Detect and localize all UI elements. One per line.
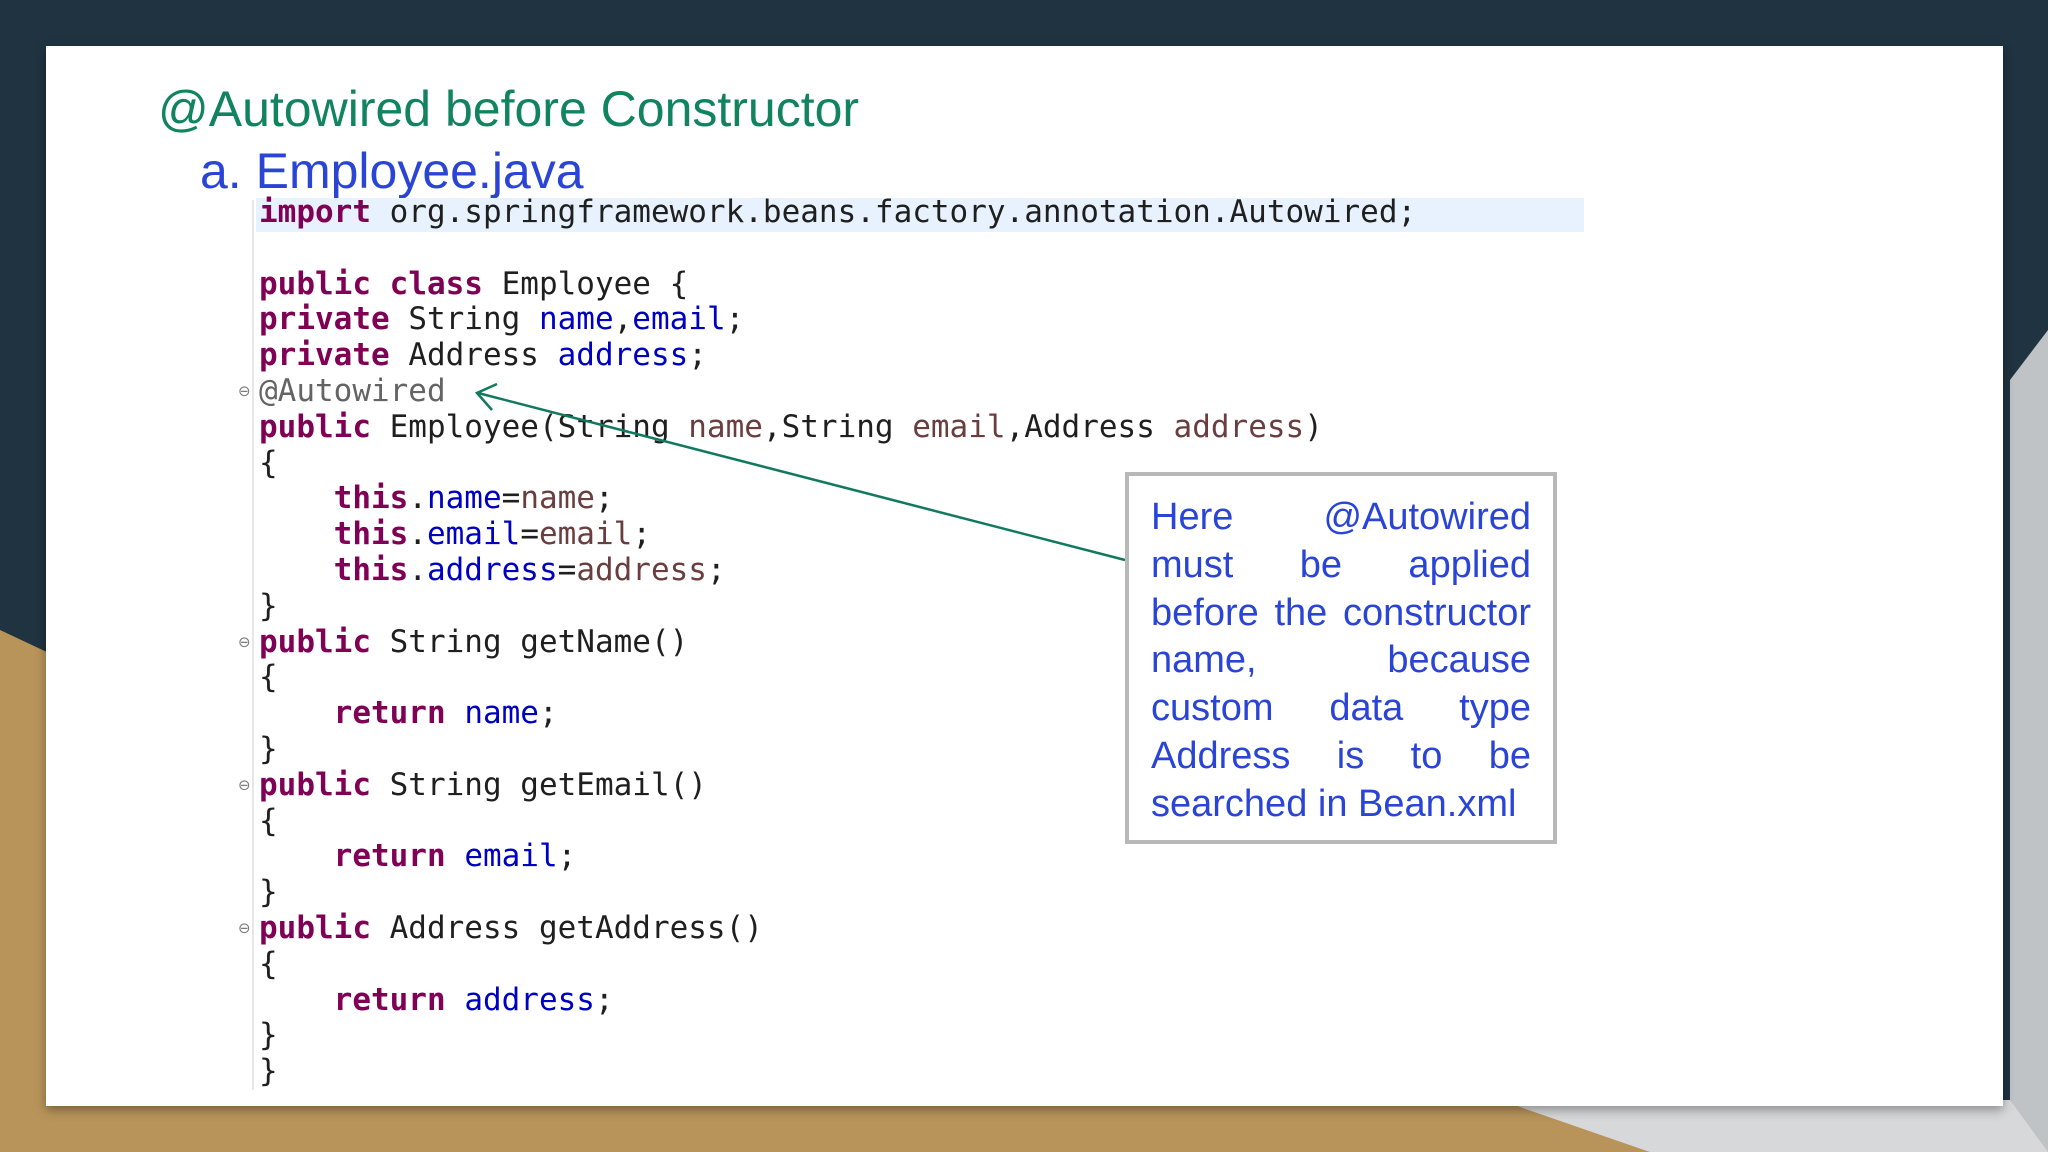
callout-box: Here @Autowired must be applied before t… — [1125, 472, 1557, 844]
callout-text: Here @Autowired must be applied before t… — [1151, 496, 1531, 825]
callout-arrow — [474, 382, 1126, 562]
arrow-line — [477, 391, 1126, 562]
